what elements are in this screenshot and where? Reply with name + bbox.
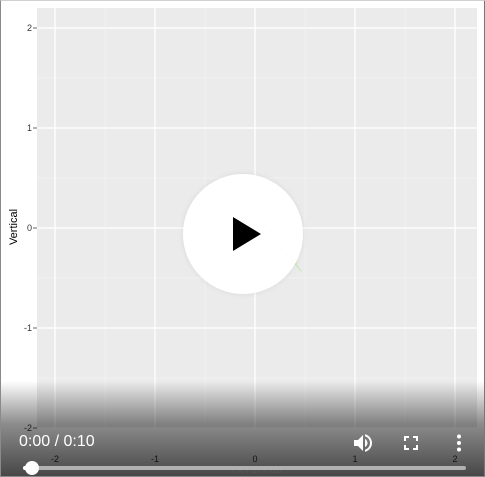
y-axis-label: Vertical (8, 208, 20, 246)
play-button[interactable] (183, 174, 303, 294)
controls-overlay (1, 381, 484, 476)
time-separator: / (50, 433, 64, 450)
time-display: 0:00 / 0:10 (19, 432, 95, 452)
volume-icon (354, 434, 372, 452)
more-options-button[interactable] (447, 431, 471, 455)
more-options-icon (457, 434, 461, 452)
y-tick-label: 1 (26, 123, 32, 133)
fullscreen-button[interactable] (399, 431, 423, 455)
progress-bar[interactable] (23, 466, 466, 470)
progress-thumb[interactable] (25, 461, 39, 475)
fullscreen-icon (404, 436, 418, 450)
current-time: 0:00 (19, 433, 51, 450)
duration: 0:10 (63, 433, 95, 450)
video-player[interactable]: 2 1 0 -1 -2 -2 -1 0 1 2 Vertical Horizon… (0, 0, 485, 477)
play-icon (233, 217, 261, 251)
y-tick-label: -1 (23, 323, 32, 333)
y-tick-label: 2 (26, 23, 32, 33)
volume-button[interactable] (351, 431, 375, 455)
